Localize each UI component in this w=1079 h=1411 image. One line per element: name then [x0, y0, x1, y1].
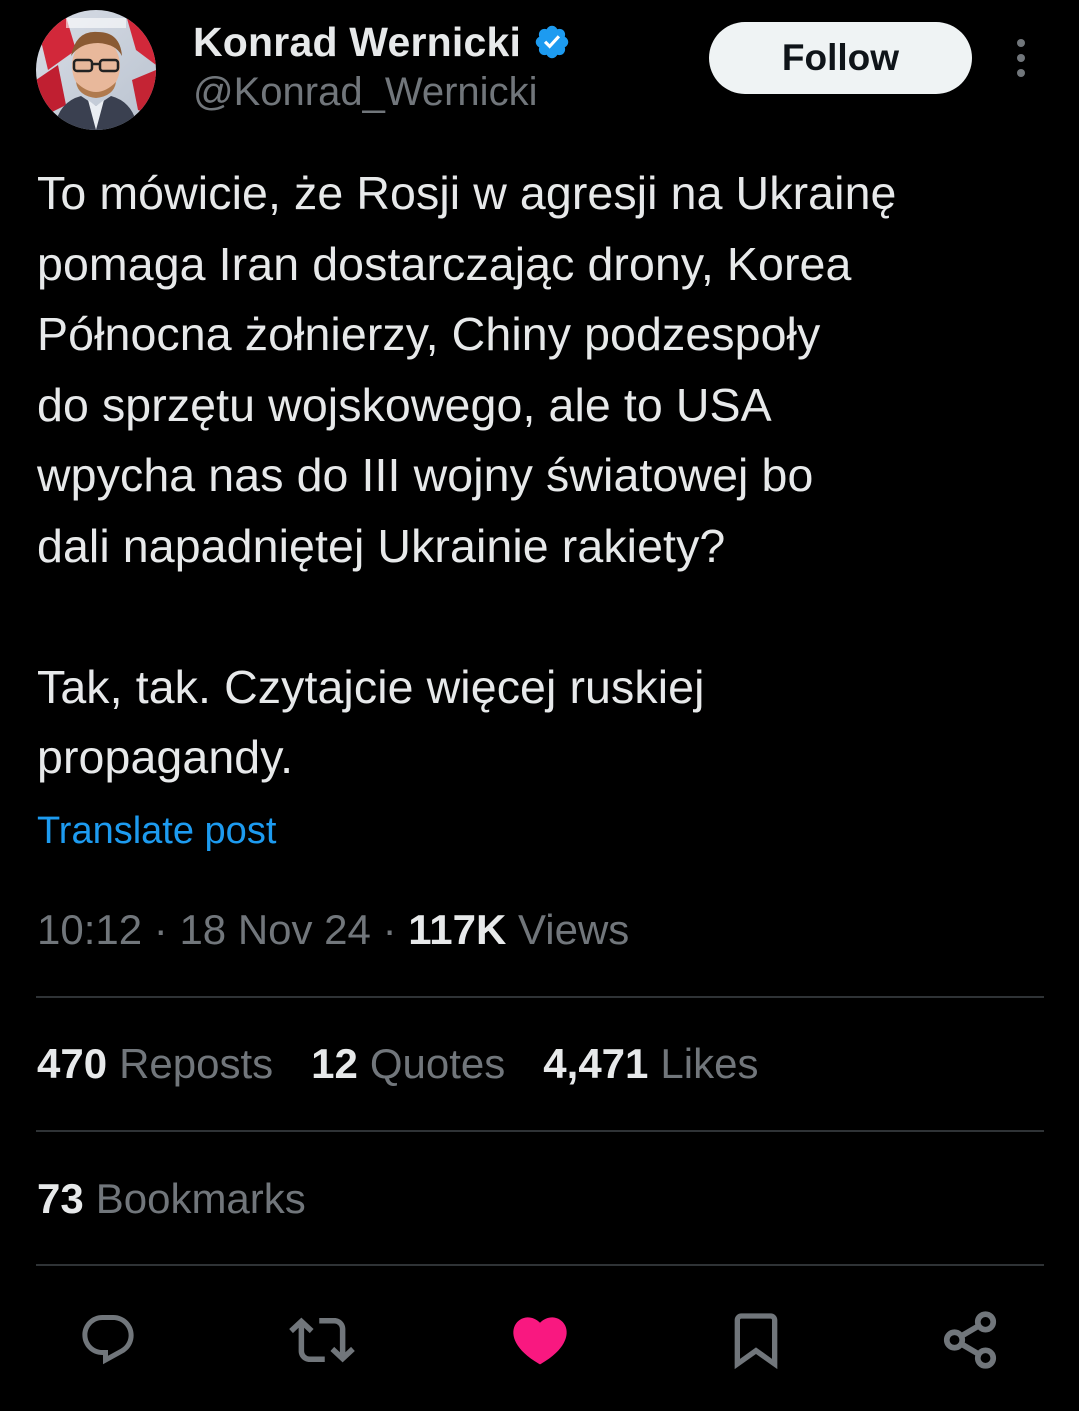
- tweet-meta: 10:12 · 18 Nov 24 · 117K Views: [37, 906, 629, 954]
- follow-button[interactable]: Follow: [709, 22, 972, 94]
- bookmarks-count: 73: [37, 1175, 84, 1222]
- repost-icon[interactable]: [286, 1300, 358, 1380]
- likes-count: 4,471: [543, 1040, 649, 1087]
- engagement-stats: 470 Reposts 12 Quotes 4,471 Likes: [37, 1040, 796, 1088]
- display-name[interactable]: Konrad Wernicki: [193, 19, 521, 66]
- author-name-row: Konrad Wernicki: [193, 18, 571, 66]
- tweet-time[interactable]: 10:12: [37, 906, 142, 953]
- likes-label: Likes: [660, 1040, 759, 1087]
- bookmarks-stat: 73 Bookmarks: [37, 1175, 306, 1223]
- action-bar: [0, 1300, 1079, 1380]
- heart-icon[interactable]: [504, 1300, 576, 1380]
- avatar[interactable]: [36, 10, 156, 130]
- divider: [36, 996, 1044, 998]
- views-label: Views: [506, 906, 630, 953]
- divider: [36, 1130, 1044, 1132]
- tweet-text: To mówicie, że Rosji w agresji na Ukrain…: [37, 167, 897, 783]
- quotes-stat[interactable]: 12 Quotes: [311, 1040, 505, 1088]
- author-handle[interactable]: @Konrad_Wernicki: [193, 70, 571, 115]
- meta-separator: ·: [142, 906, 180, 953]
- likes-stat[interactable]: 4,471 Likes: [543, 1040, 758, 1088]
- verified-badge-icon[interactable]: [533, 23, 571, 61]
- translate-post-link[interactable]: Translate post: [37, 810, 276, 853]
- reposts-count: 470: [37, 1040, 108, 1087]
- bookmark-icon[interactable]: [720, 1300, 792, 1380]
- reposts-stat[interactable]: 470 Reposts: [37, 1040, 273, 1088]
- quotes-label: Quotes: [369, 1040, 506, 1087]
- reposts-label: Reposts: [119, 1040, 274, 1087]
- reply-icon[interactable]: [72, 1300, 144, 1380]
- views-count: 117K: [408, 906, 507, 953]
- quotes-count: 12: [311, 1040, 358, 1087]
- share-icon[interactable]: [934, 1300, 1006, 1380]
- author-info: Konrad Wernicki @Konrad_Wernicki: [193, 18, 571, 115]
- divider: [36, 1264, 1044, 1266]
- meta-separator: ·: [370, 906, 409, 953]
- avatar-image: [36, 10, 156, 130]
- tweet-header: Konrad Wernicki @Konrad_Wernicki Follow: [36, 10, 1046, 135]
- bookmarks-label: Bookmarks: [95, 1175, 306, 1222]
- tweet-date[interactable]: 18 Nov 24: [179, 906, 370, 953]
- more-vertical-icon[interactable]: [1001, 32, 1041, 84]
